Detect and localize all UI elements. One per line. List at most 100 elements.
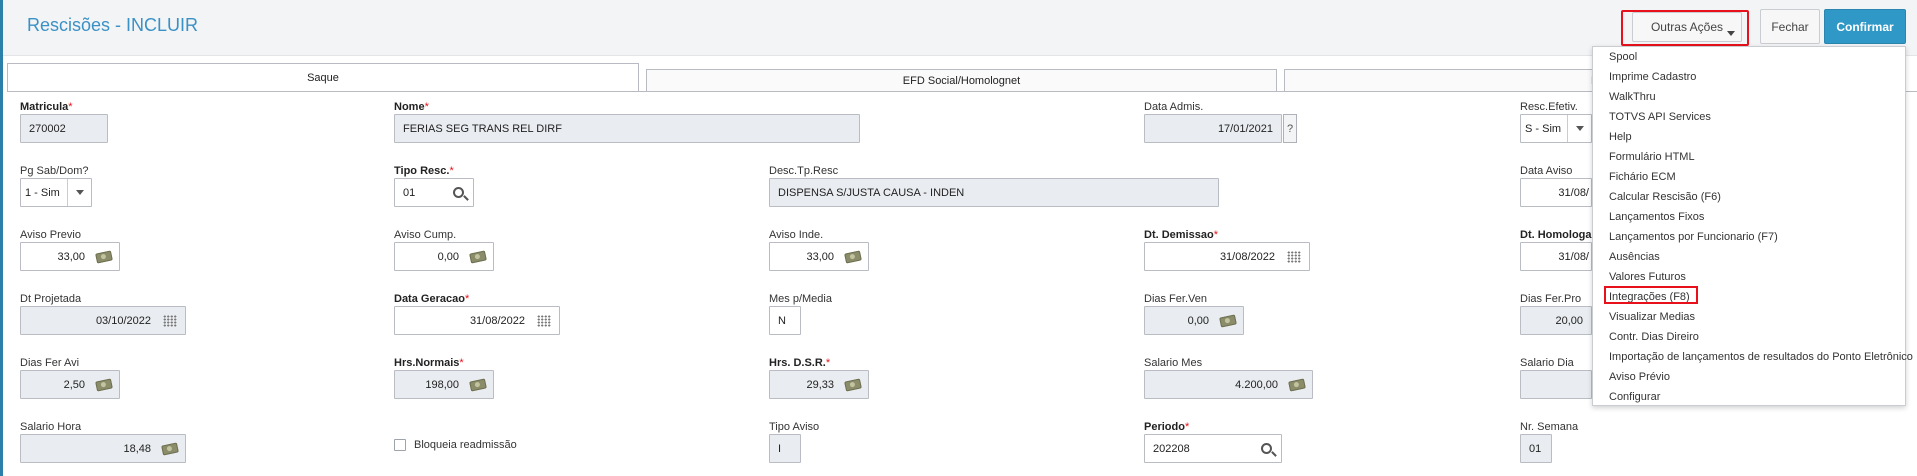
page-title: Rescisões - INCLUIR (27, 15, 199, 35)
mes-p-media-field[interactable]: N (769, 306, 801, 335)
menu-item-fichario-ecm[interactable]: Fichário ECM (1609, 171, 1676, 183)
aviso-inde-label: Aviso Inde. (769, 229, 824, 241)
help-button[interactable]: ? (1283, 114, 1297, 143)
bloqueia-readmissao-label: Bloqueia readmissão (414, 439, 517, 451)
money-icon[interactable] (463, 377, 493, 392)
dt-projetada-label: Dt Projetada (20, 293, 82, 305)
menu-item-configurar[interactable]: Configurar (1609, 391, 1660, 403)
hrs-dsr-label: Hrs. D.S.R.* (769, 357, 831, 369)
aviso-cump-field[interactable]: 0,00 (394, 242, 494, 271)
menu-item-lancamentos-por-funcionario[interactable]: Lançamentos por Funcionario (F7) (1609, 231, 1778, 243)
outras-acoes-button[interactable]: Outras Ações (1632, 12, 1742, 42)
salario-mes-field[interactable]: 4.200,00 (1144, 370, 1313, 399)
pg-sab-dom-label: Pg Sab/Dom? (20, 165, 89, 177)
dias-fer-pro-label: Dias Fer.Pro (1520, 293, 1582, 305)
desc-tp-resc-label: Desc.Tp.Resc (769, 165, 839, 177)
menu-item-visualizar-medias[interactable]: Visualizar Medias (1609, 311, 1695, 323)
dias-fer-avi-label: Dias Fer Avi (20, 357, 80, 369)
nr-semana-field[interactable]: 01 (1520, 434, 1552, 463)
money-icon[interactable] (89, 377, 119, 392)
pg-sab-dom-select[interactable]: 1 - Sim (20, 178, 92, 207)
money-icon[interactable] (89, 249, 119, 264)
menu-item-formulario-html[interactable]: Formulário HTML (1609, 151, 1695, 163)
menu-item-totvs-api-services[interactable]: TOTVS API Services (1609, 111, 1711, 123)
salario-hora-field[interactable]: 18,48 (20, 434, 186, 463)
data-aviso-label: Data Aviso (1520, 165, 1573, 177)
chevron-down-icon (1567, 115, 1591, 142)
money-icon[interactable] (838, 249, 868, 264)
menu-item-ausencias[interactable]: Ausências (1609, 251, 1660, 263)
calendar-icon[interactable] (155, 314, 185, 327)
bloqueia-readmissao-checkbox[interactable] (394, 439, 406, 451)
tipo-aviso-field[interactable]: I (769, 434, 801, 463)
confirmar-button[interactable]: Confirmar (1824, 9, 1906, 44)
menu-item-imprime-cadastro[interactable]: Imprime Cadastro (1609, 71, 1696, 83)
salario-dia-label: Salario Dia (1520, 357, 1574, 369)
data-admis-label: Data Admis. (1144, 101, 1204, 113)
hrs-normais-label: Hrs.Normais* (394, 357, 464, 369)
tab-third[interactable]: F (1284, 69, 1604, 91)
money-icon[interactable] (463, 249, 493, 264)
money-icon[interactable] (155, 441, 185, 456)
nr-semana-label: Nr. Semana (1520, 421, 1579, 433)
periodo-label: Periodo* (1144, 421, 1190, 433)
aviso-inde-field[interactable]: 33,00 (769, 242, 869, 271)
search-icon[interactable] (443, 187, 473, 198)
menu-item-lancamentos-fixos[interactable]: Lançamentos Fixos (1609, 211, 1704, 223)
data-aviso-field[interactable]: 31/08/ (1520, 178, 1592, 207)
dias-fer-avi-field[interactable]: 2,50 (20, 370, 120, 399)
aviso-cump-label: Aviso Cump. (394, 229, 457, 241)
nome-field[interactable]: FERIAS SEG TRANS REL DIRF (394, 114, 860, 143)
dias-fer-ven-field[interactable]: 0,00 (1144, 306, 1244, 335)
dias-fer-pro-field[interactable]: 20,00 (1520, 306, 1592, 335)
menu-item-walkthru[interactable]: WalkThru (1609, 91, 1656, 103)
periodo-field[interactable]: 202208 (1144, 434, 1282, 463)
dt-projetada-field[interactable]: 03/10/2022 (20, 306, 186, 335)
search-icon[interactable] (1251, 443, 1281, 454)
salario-dia-field[interactable] (1520, 370, 1592, 399)
chevron-down-icon (1727, 31, 1735, 36)
data-geracao-field[interactable]: 31/08/2022 (394, 306, 560, 335)
outras-acoes-label: Outras Ações (1650, 20, 1724, 34)
dt-demissao-field[interactable]: 31/08/2022 (1144, 242, 1310, 271)
hrs-dsr-field[interactable]: 29,33 (769, 370, 869, 399)
resc-efetiv-label: Resc.Efetiv. (1520, 101, 1578, 113)
dias-fer-ven-label: Dias Fer.Ven (1144, 293, 1207, 305)
left-accent-stripe (0, 0, 3, 476)
data-admis-field[interactable]: 17/01/2021 (1144, 114, 1282, 143)
resc-efetiv-select[interactable]: S - Sim (1520, 114, 1592, 143)
menu-item-aviso-previo[interactable]: Aviso Prévio (1609, 371, 1670, 383)
hrs-normais-field[interactable]: 198,00 (394, 370, 494, 399)
matricula-field[interactable]: 270002 (20, 114, 108, 143)
menu-item-spool[interactable]: Spool (1609, 51, 1637, 63)
aviso-previo-label: Aviso Previo (20, 229, 81, 241)
chevron-down-icon (67, 179, 91, 206)
calendar-icon[interactable] (529, 314, 559, 327)
money-icon[interactable] (838, 377, 868, 392)
salario-mes-label: Salario Mes (1144, 357, 1203, 369)
dt-demissao-label: Dt. Demissao* (1144, 229, 1218, 241)
matricula-label: Matricula* (20, 101, 73, 113)
menu-item-help[interactable]: Help (1609, 131, 1632, 143)
mes-p-media-label: Mes p/Media (769, 293, 832, 305)
calendar-icon[interactable] (1279, 250, 1309, 263)
dt-homologa-field[interactable]: 31/08/ (1520, 242, 1592, 271)
dt-homologa-label: Dt. Homologa (1520, 229, 1592, 241)
tipo-resc-field[interactable]: 01 (394, 178, 474, 207)
menu-item-importacao-ponto-eletronico[interactable]: Importação de lançamentos de resultados … (1609, 351, 1913, 363)
tipo-resc-label: Tipo Resc.* (394, 165, 454, 177)
menu-item-calcular-rescisao[interactable]: Calcular Rescisão (F6) (1609, 191, 1721, 203)
tab-saque[interactable]: Saque (7, 63, 639, 91)
desc-tp-resc-field[interactable]: DISPENSA S/JUSTA CAUSA - INDEN (769, 178, 1219, 207)
menu-item-contr-dias-direiro[interactable]: Contr. Dias Direiro (1609, 331, 1699, 343)
tab-efd-social-homolognet[interactable]: EFD Social/Homolognet (646, 69, 1277, 91)
money-icon[interactable] (1213, 313, 1243, 328)
menu-item-valores-futuros[interactable]: Valores Futuros (1609, 271, 1686, 283)
aviso-previo-field[interactable]: 33,00 (20, 242, 120, 271)
nome-label: Nome* (394, 101, 429, 113)
data-geracao-label: Data Geracao* (394, 293, 470, 305)
outras-acoes-menu: Spool Imprime Cadastro WalkThru TOTVS AP… (1592, 46, 1913, 406)
money-icon[interactable] (1282, 377, 1312, 392)
fechar-button[interactable]: Fechar (1760, 9, 1820, 44)
menu-item-integracoes[interactable]: Integrações (F8) (1609, 291, 1690, 303)
